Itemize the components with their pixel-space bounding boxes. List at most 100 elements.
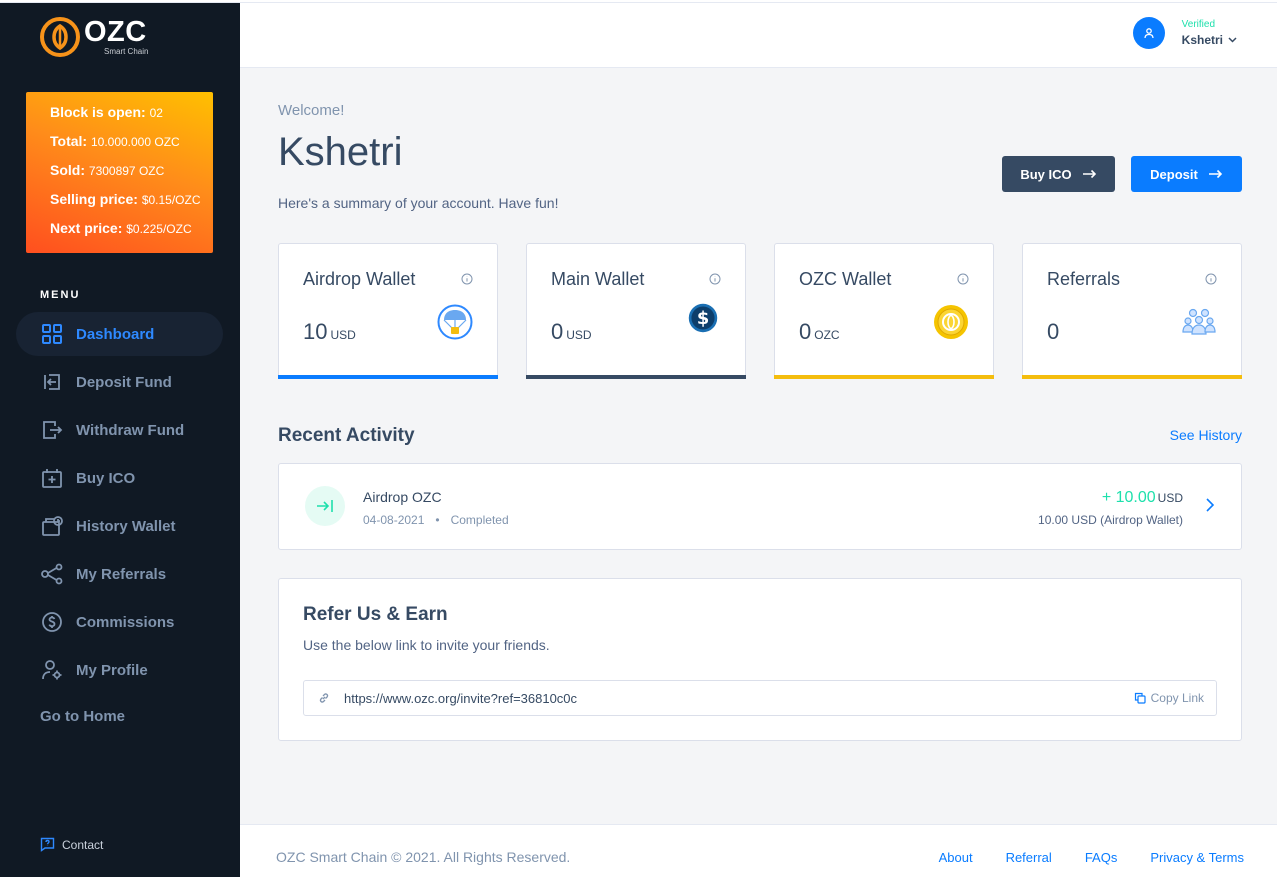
ozc-coin-icon	[934, 305, 968, 339]
users-group-icon	[1182, 308, 1216, 335]
promo-block: Block is open: 02	[50, 104, 163, 120]
user-icon	[1144, 28, 1154, 39]
main-wallet-card[interactable]: Main Wallet 0 USD $	[526, 243, 746, 379]
referrals-card[interactable]: Referrals 0	[1022, 243, 1242, 379]
airdrop-wallet-card[interactable]: Airdrop Wallet 10 USD	[278, 243, 498, 379]
buy-ico-icon	[40, 466, 64, 490]
footer-link-referral[interactable]: Referral	[1006, 850, 1052, 865]
top-header: Verified Kshetri	[240, 3, 1277, 68]
sidebar-item-deposit-fund[interactable]: Deposit Fund	[16, 360, 223, 404]
sidebar-item-label: Deposit Fund	[76, 373, 172, 391]
page-title: Kshetri	[278, 130, 403, 174]
brand-name: OZC	[84, 16, 147, 48]
refer-heading: Refer Us & Earn	[303, 604, 448, 625]
sidebar-item-buy-ico[interactable]: Buy ICO	[16, 456, 223, 500]
sidebar-item-my-profile[interactable]: My Profile	[16, 648, 223, 692]
card-amount: 0 USD	[551, 319, 592, 344]
ozc-wallet-card[interactable]: OZC Wallet 0 OZC	[774, 243, 994, 379]
brand-tagline: Smart Chain	[104, 47, 149, 56]
activity-amount: + 10.00 USD 10.00 USD (Airdrop Wallet)	[1038, 489, 1183, 527]
withdraw-icon	[40, 418, 64, 442]
wallet-history-icon	[40, 514, 64, 538]
link-icon	[319, 693, 329, 703]
card-accent-bar	[278, 375, 498, 379]
sidebar: OZC Smart Chain Block is open: 02 Total:…	[0, 3, 240, 877]
activity-date: 04-08-2021	[363, 513, 425, 527]
info-icon[interactable]	[709, 273, 721, 285]
sidebar-item-label: Dashboard	[76, 325, 155, 343]
contact-link[interactable]: Contact	[40, 837, 103, 852]
page-subtitle: Here's a summary of your account. Have f…	[278, 195, 559, 211]
card-accent-bar	[774, 375, 994, 379]
footer: OZC Smart Chain © 2021. All Rights Reser…	[240, 824, 1277, 877]
promo-selling-price: Selling price: $0.15/OZC	[50, 191, 201, 207]
footer-link-faqs[interactable]: FAQs	[1085, 850, 1118, 865]
svg-text:$: $	[697, 309, 709, 329]
go-to-home-link[interactable]: Go to Home	[40, 708, 125, 725]
sidebar-item-history-wallet[interactable]: History Wallet	[16, 504, 223, 548]
dollar-coin-icon: $	[688, 303, 718, 333]
sidebar-item-label: Commissions	[76, 613, 175, 631]
footer-link-about[interactable]: About	[939, 850, 973, 865]
dollar-circle-icon	[40, 610, 64, 634]
ozc-logo-icon	[40, 17, 80, 57]
card-title: Referrals	[1047, 269, 1121, 289]
deposit-button[interactable]: Deposit	[1131, 156, 1242, 192]
recent-activity-heading: Recent Activity	[278, 425, 415, 446]
card-amount: 10 USD	[303, 319, 356, 344]
sidebar-item-my-referrals[interactable]: My Referrals	[16, 552, 223, 596]
user-status: Verified	[1181, 18, 1216, 30]
promo-sold: Sold: 7300897 OZC	[50, 162, 165, 178]
sidebar-item-label: My Referrals	[76, 565, 167, 583]
chevron-down-icon	[1228, 36, 1237, 43]
logo[interactable]: OZC Smart Chain	[40, 17, 148, 57]
copy-link-button[interactable]: Copy Link	[1134, 691, 1204, 705]
dashboard-icon	[40, 322, 64, 346]
copyright-text: OZC Smart Chain © 2021. All Rights Reser…	[276, 849, 571, 865]
sidebar-item-dashboard[interactable]: Dashboard	[16, 312, 223, 356]
card-accent-bar	[1022, 375, 1242, 379]
activity-status: Completed	[450, 513, 509, 527]
refer-description: Use the below link to invite your friend…	[303, 637, 550, 653]
card-title: OZC Wallet	[799, 269, 892, 289]
deposit-icon	[40, 370, 64, 394]
promo-next-price: Next price: $0.225/OZC	[50, 220, 192, 236]
share-icon	[40, 562, 64, 586]
arrow-right-icon	[1082, 169, 1096, 179]
footer-link-privacy-terms[interactable]: Privacy & Terms	[1150, 850, 1244, 865]
chevron-right-icon[interactable]	[1206, 498, 1214, 512]
sidebar-item-label: Buy ICO	[76, 469, 136, 487]
user-gear-icon	[40, 658, 64, 682]
see-history-link[interactable]: See History	[1170, 427, 1242, 443]
user-name: Kshetri	[1182, 31, 1237, 49]
info-icon[interactable]	[957, 273, 969, 285]
activity-name: Airdrop OZC	[363, 489, 442, 505]
parachute-icon	[437, 304, 473, 340]
card-amount: 0 OZC	[799, 319, 840, 344]
buy-ico-button[interactable]: Buy ICO	[1002, 156, 1115, 192]
activity-meta: 04-08-2021 • Completed	[363, 513, 509, 527]
card-title: Airdrop Wallet	[303, 269, 416, 289]
avatar	[1132, 17, 1165, 49]
separator-dot: •	[435, 513, 440, 527]
sidebar-item-label: Withdraw Fund	[76, 421, 185, 439]
card-accent-bar	[526, 375, 746, 379]
card-title: Main Wallet	[551, 269, 645, 289]
ico-info-panel: Block is open: 02 Total: 10.000.000 OZC …	[26, 92, 213, 253]
info-icon[interactable]	[461, 273, 473, 285]
sidebar-item-label: History Wallet	[76, 517, 176, 535]
activity-row[interactable]: Airdrop OZC 04-08-2021 • Completed + 10.…	[278, 463, 1242, 550]
sidebar-item-withdraw-fund[interactable]: Withdraw Fund	[16, 408, 223, 452]
referral-link-field[interactable]: https://www.ozc.org/invite?ref=36810c0c …	[303, 680, 1217, 716]
welcome-greeting: Welcome!	[278, 102, 345, 119]
card-amount: 0	[1047, 319, 1060, 344]
user-dropdown[interactable]: Verified Kshetri	[1132, 17, 1237, 49]
arrow-right-icon	[1208, 169, 1222, 179]
sidebar-item-label: My Profile	[76, 661, 148, 679]
sidebar-item-commissions[interactable]: Commissions	[16, 600, 223, 644]
referral-url: https://www.ozc.org/invite?ref=36810c0c	[344, 690, 578, 706]
transfer-in-icon	[305, 486, 345, 526]
chat-question-icon	[40, 837, 55, 852]
menu-heading: MENU	[40, 289, 81, 301]
info-icon[interactable]	[1205, 273, 1217, 285]
